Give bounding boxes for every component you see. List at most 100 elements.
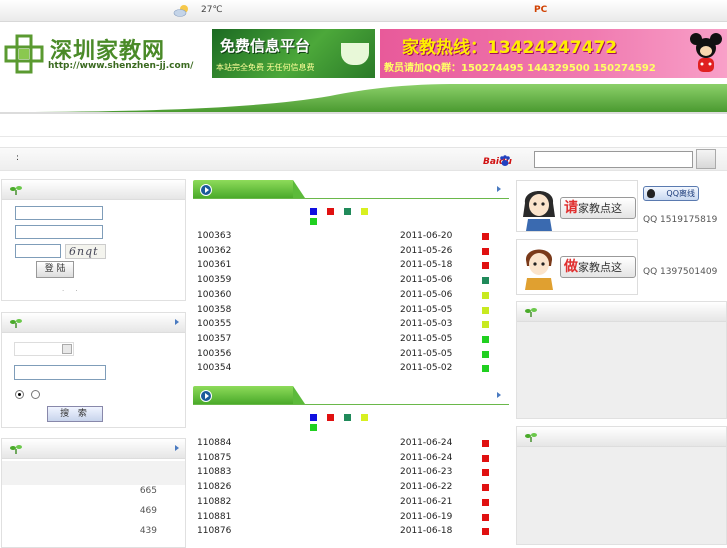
list-item[interactable]: 110826 2011-06-22 bbox=[197, 482, 497, 496]
list-item[interactable]: 110882 2011-06-21 bbox=[197, 497, 497, 511]
hotline-title: 家教热线：13424247472 bbox=[402, 38, 618, 58]
list-item[interactable]: 100355 2011-05-03 bbox=[197, 319, 497, 333]
sprout-icon bbox=[10, 186, 22, 195]
banner-strip bbox=[0, 82, 727, 137]
hotline-subtitle: 教员请加QQ群：150274495 144329500 150274592 bbox=[384, 63, 656, 74]
status-marker bbox=[482, 233, 489, 240]
list-item[interactable]: 100361 2011-05-18 bbox=[197, 260, 497, 274]
circle-arrow-icon bbox=[200, 390, 212, 402]
item-date: 2011-06-24 bbox=[400, 438, 453, 448]
list2-tab[interactable] bbox=[193, 386, 305, 404]
list-item[interactable]: 100363 2011-06-20 bbox=[197, 231, 497, 245]
list-item[interactable]: 110884 2011-06-24 bbox=[197, 438, 497, 452]
status-marker bbox=[482, 350, 489, 358]
item-date: 2011-05-06 bbox=[400, 275, 453, 286]
panel-search-button[interactable]: 搜 索 bbox=[47, 406, 103, 422]
item-date: 2011-05-05 bbox=[400, 348, 453, 359]
login-button[interactable]: 登 陆 bbox=[36, 261, 74, 278]
search-input[interactable] bbox=[534, 151, 693, 168]
radio-option-1[interactable] bbox=[15, 390, 24, 399]
list1-tab[interactable] bbox=[193, 180, 305, 198]
free-info-subtitle: 本站完全免费 无任何信息费 bbox=[216, 63, 315, 72]
stats-panel: 665 469 439 bbox=[1, 438, 186, 548]
paw-icon bbox=[500, 155, 510, 166]
status-marker bbox=[482, 484, 489, 492]
more-arrow-icon[interactable] bbox=[175, 445, 179, 451]
category-select[interactable] bbox=[14, 342, 74, 356]
list-item[interactable]: 100356 2011-05-05 bbox=[197, 349, 497, 363]
login-panel: 6nqt 登 陆 · · bbox=[1, 179, 186, 301]
list-item[interactable]: 110876 2011-06-18 bbox=[197, 526, 497, 540]
item-id: 100358 bbox=[197, 304, 232, 315]
hotline-ad[interactable]: 家教热线：13424247472 教员请加QQ群：150274495 14432… bbox=[380, 29, 727, 78]
list-item[interactable]: 100354 2011-05-02 bbox=[197, 363, 497, 377]
item-id: 100361 bbox=[197, 260, 232, 271]
item-id: 110876 bbox=[197, 526, 232, 537]
qq-offline-button[interactable]: QQ离线 bbox=[643, 186, 699, 201]
legend-swatch bbox=[327, 208, 334, 215]
status-marker bbox=[482, 498, 489, 506]
right-panel-1-header bbox=[517, 302, 726, 322]
qq-penguin-icon bbox=[647, 189, 655, 198]
right-panel-2-header bbox=[517, 427, 726, 447]
keyword-input[interactable] bbox=[14, 365, 106, 380]
legend-swatch bbox=[361, 208, 368, 215]
stat-value: 439 bbox=[139, 526, 157, 536]
banner-swoosh bbox=[0, 84, 727, 114]
temperature: 27℃ bbox=[201, 5, 223, 15]
search-button[interactable] bbox=[696, 149, 716, 169]
request-prefix: 请 bbox=[564, 200, 578, 216]
legend-swatch bbox=[327, 414, 334, 421]
list-item[interactable]: 100360 2011-05-06 bbox=[197, 290, 497, 304]
radio-option-2[interactable] bbox=[31, 390, 40, 399]
item-id: 110826 bbox=[197, 482, 232, 493]
pc-link[interactable]: PC bbox=[534, 5, 547, 15]
list-item[interactable]: 100362 2011-05-26 bbox=[197, 246, 497, 260]
become-tutor-card[interactable]: 做家教点这 bbox=[516, 239, 638, 295]
captcha-image[interactable]: 6nqt bbox=[65, 244, 106, 259]
item-date: 2011-06-21 bbox=[400, 496, 453, 507]
password-field[interactable] bbox=[15, 225, 103, 239]
item-date: 2011-05-05 bbox=[400, 333, 453, 344]
list-item[interactable]: 100359 2011-05-06 bbox=[197, 275, 497, 289]
free-info-ad[interactable]: 免费信息平台 本站完全免费 无任何信息费 bbox=[212, 29, 375, 78]
list-item[interactable]: 100357 2011-05-05 bbox=[197, 334, 497, 348]
sprout-icon bbox=[10, 445, 22, 454]
more-arrow-icon[interactable] bbox=[497, 392, 501, 398]
chevron-down-icon bbox=[62, 344, 72, 354]
request-tutor-button[interactable]: 请家教点这 bbox=[560, 197, 636, 219]
cloud-sun-icon bbox=[173, 5, 188, 17]
stats-row-divider bbox=[2, 461, 185, 485]
status-marker bbox=[482, 247, 489, 255]
become-label: 家教点这 bbox=[578, 261, 622, 274]
list-item[interactable]: 110881 2011-06-19 bbox=[197, 512, 497, 526]
item-id: 100359 bbox=[197, 275, 232, 286]
username-field[interactable] bbox=[15, 206, 103, 220]
circle-arrow-icon bbox=[200, 184, 212, 196]
become-tutor-button[interactable]: 做家教点这 bbox=[560, 256, 636, 278]
captcha-field[interactable] bbox=[15, 244, 61, 258]
item-date: 2011-06-23 bbox=[400, 467, 453, 478]
site-logo[interactable]: 深圳家教网 http://www.shenzhen-jj.com/ bbox=[4, 30, 208, 78]
boy-avatar-icon bbox=[525, 249, 553, 290]
request-tutor-card[interactable]: 请家教点这 bbox=[516, 180, 638, 232]
tea-cup-icon bbox=[341, 43, 369, 65]
list-item[interactable]: 100358 2011-05-05 bbox=[197, 305, 497, 319]
item-date: 2011-06-20 bbox=[400, 231, 453, 241]
login-button-label: 登 陆 bbox=[44, 264, 66, 274]
item-date: 2011-05-05 bbox=[400, 304, 453, 315]
right-panel-1 bbox=[516, 301, 727, 419]
free-info-title: 免费信息平台 bbox=[220, 37, 311, 55]
become-prefix: 做 bbox=[564, 259, 578, 275]
login-links[interactable]: · · bbox=[62, 287, 78, 295]
panel-search-label: 搜 索 bbox=[60, 409, 90, 419]
legend-swatch bbox=[361, 414, 368, 421]
item-date: 2011-06-19 bbox=[400, 511, 453, 522]
list-item[interactable]: 110883 2011-06-23 bbox=[197, 467, 497, 481]
more-arrow-icon[interactable] bbox=[175, 319, 179, 325]
more-arrow-icon[interactable] bbox=[497, 186, 501, 192]
item-id: 110884 bbox=[197, 438, 232, 448]
baidu-logo: Baidu bbox=[483, 155, 527, 169]
list-item[interactable]: 110875 2011-06-24 bbox=[197, 453, 497, 467]
item-id: 100362 bbox=[197, 245, 232, 256]
